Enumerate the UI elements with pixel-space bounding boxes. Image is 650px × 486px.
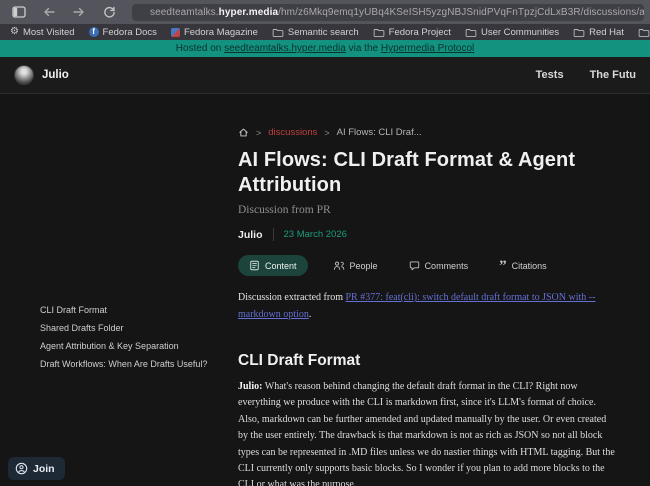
outline-sidebar: CLI Draft Format Shared Drafts Folder Ag… — [0, 94, 230, 485]
back-icon[interactable] — [36, 2, 62, 22]
page-title: AI Flows: CLI Draft Format & Agent Attri… — [238, 148, 615, 198]
join-button[interactable]: Join — [8, 457, 65, 480]
breadcrumb-current: AI Flows: CLI Draf... — [337, 127, 422, 138]
sidebar-item-shared-drafts-folder[interactable]: Shared Drafts Folder — [40, 321, 210, 335]
comment-icon — [409, 260, 420, 271]
bookmark-folder-user-communities[interactable]: User Communities — [465, 27, 559, 38]
folder-icon — [638, 27, 650, 38]
sidebar-item-agent-attribution[interactable]: Agent Attribution & Key Separation — [40, 339, 210, 353]
author-row: Julio 23 March 2026 — [238, 228, 615, 241]
folder-icon — [465, 27, 477, 38]
site-nav: Tests The Futu — [536, 69, 636, 81]
bookmark-folder-red-hat[interactable]: Red Hat — [573, 27, 624, 38]
intro-paragraph: Discussion extracted from PR #377: feat(… — [238, 289, 615, 323]
people-icon — [333, 260, 345, 271]
bookmark-most-visited[interactable]: ⚙Most Visited — [10, 27, 75, 38]
breadcrumb: > discussions > AI Flows: CLI Draf... — [238, 127, 615, 138]
hosted-banner-text: Hosted on seedteamtalks.hyper.media via … — [176, 43, 475, 54]
browser-window: seedteamtalks.hyper.media/hm/z6Mkq9emq1y… — [0, 0, 650, 486]
bookmark-fedora-docs[interactable]: fFedora Docs — [89, 27, 157, 38]
forward-icon[interactable] — [66, 2, 92, 22]
breadcrumb-discussions-link[interactable]: discussions — [268, 127, 317, 138]
folder-icon — [272, 27, 284, 38]
bookmarks-bar: ⚙Most Visited fFedora Docs Fedora Magazi… — [0, 24, 650, 40]
nav-item-tests[interactable]: Tests — [536, 69, 564, 81]
quote-icon: ” — [499, 261, 507, 271]
page-subtitle: Discussion from PR — [238, 204, 615, 216]
hypermedia-protocol-link[interactable]: Hypermedia Protocol — [381, 43, 474, 54]
bookmark-folder-free-content[interactable]: Free Content — [638, 27, 650, 38]
hosted-banner: Hosted on seedteamtalks.hyper.media via … — [0, 40, 650, 57]
url-text[interactable]: seedteamtalks.hyper.media/hm/z6Mkq9emq1y… — [150, 7, 644, 18]
page-main: CLI Draft Format Shared Drafts Folder Ag… — [0, 94, 650, 485]
site-owner-name[interactable]: Julio — [42, 69, 69, 81]
folder-icon — [373, 27, 385, 38]
site-header: Julio Tests The Futu — [0, 57, 650, 94]
tab-content[interactable]: Content — [238, 255, 308, 276]
tab-people[interactable]: People — [327, 255, 384, 276]
bookmark-folder-semantic-search[interactable]: Semantic search — [272, 27, 359, 38]
sidebar-toggle-icon[interactable] — [6, 2, 32, 22]
sidebar-item-cli-draft-format[interactable]: CLI Draft Format — [40, 303, 210, 317]
fedora-magazine-favicon — [171, 28, 180, 37]
home-icon[interactable] — [238, 127, 249, 138]
body-paragraph: Julio: What's reason behind changing the… — [238, 379, 615, 486]
tab-comments[interactable]: Comments — [403, 255, 475, 276]
nav-item-the-future[interactable]: The Futu — [590, 69, 636, 81]
sidebar-item-draft-workflows[interactable]: Draft Workflows: When Are Drafts Useful? — [40, 357, 210, 371]
browser-toolbar: seedteamtalks.hyper.media/hm/z6Mkq9emq1y… — [0, 0, 650, 24]
bookmark-folder-fedora-project[interactable]: Fedora Project — [373, 27, 451, 38]
avatar[interactable] — [14, 65, 34, 85]
fedora-docs-favicon: f — [89, 27, 99, 37]
host-link[interactable]: seedteamtalks.hyper.media — [224, 43, 346, 54]
bookmark-fedora-magazine[interactable]: Fedora Magazine — [171, 27, 258, 38]
publish-date: 23 March 2026 — [284, 229, 347, 240]
article-content: > discussions > AI Flows: CLI Draf... AI… — [238, 94, 615, 486]
reload-icon[interactable] — [96, 2, 122, 22]
user-circle-icon — [15, 462, 28, 475]
tab-citations[interactable]: ” Citations — [493, 255, 553, 276]
gear-icon: ⚙ — [10, 27, 19, 37]
folder-icon — [573, 27, 585, 38]
paragraph-author: Julio: — [238, 381, 262, 392]
document-icon — [249, 260, 260, 271]
url-bar[interactable]: seedteamtalks.hyper.media/hm/z6Mkq9emq1y… — [132, 4, 644, 21]
breadcrumb-separator: > — [324, 128, 329, 138]
tab-bar: Content People Comments ” Citations — [238, 255, 615, 276]
divider — [273, 228, 274, 241]
section-heading: CLI Draft Format — [238, 352, 615, 370]
author-name[interactable]: Julio — [238, 229, 263, 241]
breadcrumb-separator: > — [256, 128, 261, 138]
